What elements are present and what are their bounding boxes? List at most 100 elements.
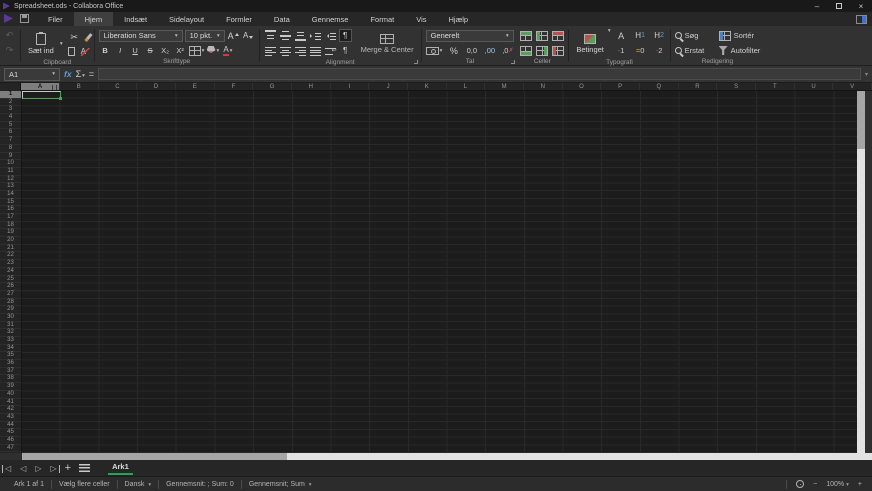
- row-header-16[interactable]: 16: [0, 206, 21, 214]
- insert-columns-after-icon[interactable]: [536, 45, 549, 56]
- increase-indent-button[interactable]: [309, 29, 322, 42]
- menu-tab-vis[interactable]: Vis: [405, 12, 437, 26]
- borders-button[interactable]: ▾: [188, 44, 204, 57]
- column-header-n[interactable]: N: [524, 83, 563, 90]
- search-button[interactable]: Søg: [674, 29, 715, 42]
- app-logo-icon[interactable]: [4, 14, 13, 23]
- menu-tab-data[interactable]: Data: [263, 12, 301, 26]
- column-header-d[interactable]: D: [137, 83, 176, 90]
- row-header-36[interactable]: 36: [0, 360, 21, 368]
- row-header-4[interactable]: 4: [0, 114, 21, 122]
- autofilter-button[interactable]: Autofilter: [718, 44, 760, 57]
- cell-cursor-a1[interactable]: [22, 91, 62, 100]
- clear-formatting-button[interactable]: A: [79, 47, 91, 56]
- insert-rows-below-icon[interactable]: [520, 45, 533, 56]
- row-header-2[interactable]: 2: [0, 99, 21, 107]
- sheet-menu-icon[interactable]: [79, 464, 91, 472]
- column-header-c[interactable]: C: [99, 83, 138, 90]
- column-header-j[interactable]: J: [369, 83, 408, 90]
- horizontal-scrollbar[interactable]: [22, 453, 872, 460]
- column-header-l[interactable]: L: [447, 83, 486, 90]
- merge-center-button[interactable]: Merge & Center: [358, 28, 417, 59]
- conditional-formatting-button[interactable]: Betinget: [573, 28, 607, 59]
- align-bottom-button[interactable]: [294, 29, 307, 42]
- row-header-44[interactable]: 44: [0, 422, 21, 430]
- paste-button[interactable]: Sæt ind: [25, 28, 57, 59]
- row-header-17[interactable]: 17: [0, 214, 21, 222]
- decrease-indent-button[interactable]: [324, 29, 337, 42]
- previous-sheet-icon[interactable]: ◁: [20, 464, 26, 473]
- percent-format-button[interactable]: %: [447, 44, 460, 57]
- row-header-7[interactable]: 7: [0, 137, 21, 145]
- italic-button[interactable]: I: [114, 44, 127, 57]
- delete-columns-icon[interactable]: [552, 45, 565, 56]
- add-decimal-button[interactable]: ,00: [483, 44, 496, 57]
- strikethrough-button[interactable]: S: [144, 44, 157, 57]
- delete-rows-icon[interactable]: [552, 30, 565, 41]
- shrink-font-button[interactable]: A: [242, 29, 255, 42]
- conditional-dropdown[interactable]: ▾: [608, 28, 611, 59]
- row-header-41[interactable]: 41: [0, 399, 21, 407]
- row-header-8[interactable]: 8: [0, 145, 21, 153]
- sort-button[interactable]: Sortér: [718, 29, 754, 42]
- menu-tab-hjem[interactable]: Hjem: [73, 12, 114, 26]
- selection-mode[interactable]: Vælg flere celler: [59, 481, 110, 488]
- column-header-u[interactable]: U: [795, 83, 834, 90]
- function-wizard-button[interactable]: fx: [64, 69, 72, 79]
- menu-tab-indsæt[interactable]: Indsæt: [113, 12, 158, 26]
- row-header-34[interactable]: 34: [0, 345, 21, 353]
- row-header-43[interactable]: 43: [0, 414, 21, 422]
- column-header-e[interactable]: E: [176, 83, 215, 90]
- center-vertically-button[interactable]: [279, 29, 292, 42]
- column-header-r[interactable]: R: [679, 83, 718, 90]
- paste-dropdown[interactable]: ▾: [60, 41, 63, 47]
- row-header-21[interactable]: 21: [0, 245, 21, 253]
- font-color-button[interactable]: A ▾: [221, 44, 234, 57]
- row-header-24[interactable]: 24: [0, 268, 21, 276]
- sheet-tab-ark1[interactable]: Ark1: [108, 461, 133, 475]
- row-header-29[interactable]: 29: [0, 306, 21, 314]
- row-header-27[interactable]: 27: [0, 291, 21, 299]
- justify-button[interactable]: [309, 44, 322, 57]
- row-header-38[interactable]: 38: [0, 375, 21, 384]
- row-header-31[interactable]: 31: [0, 322, 21, 330]
- one-decimal-button[interactable]: 0,0: [465, 44, 478, 57]
- row-header-14[interactable]: 14: [0, 191, 21, 199]
- close-button[interactable]: ×: [850, 0, 872, 12]
- next-sheet-icon[interactable]: ▷: [35, 464, 41, 473]
- subscript-button[interactable]: X₂: [159, 44, 172, 57]
- undo-button[interactable]: ↶: [3, 29, 16, 42]
- row-header-15[interactable]: 15: [0, 199, 21, 207]
- minimize-button[interactable]: –: [806, 0, 828, 12]
- number-dialog-launcher-icon[interactable]: [511, 60, 516, 64]
- first-sheet-icon[interactable]: ◁: [1, 464, 11, 473]
- name-box[interactable]: A1 ▾: [4, 67, 60, 81]
- menu-tab-sidelayout[interactable]: Sidelayout: [158, 12, 215, 26]
- row-header-13[interactable]: 13: [0, 183, 21, 191]
- row-header-3[interactable]: 3: [0, 106, 21, 115]
- menu-tab-gennemse[interactable]: Gennemse: [301, 12, 360, 26]
- style-heading1-button[interactable]: H1: [634, 29, 647, 42]
- column-header-g[interactable]: G: [253, 83, 292, 90]
- save-icon[interactable]: [20, 14, 29, 23]
- spreadsheet-cells[interactable]: [22, 91, 857, 453]
- sheet-info[interactable]: Ark 1 af 1: [14, 481, 44, 488]
- column-header-a[interactable]: A: [21, 83, 60, 90]
- menu-tab-formler[interactable]: Formler: [215, 12, 263, 26]
- column-header-v[interactable]: V: [833, 83, 872, 90]
- row-header-1[interactable]: 1: [0, 91, 21, 99]
- delete-decimal-button[interactable]: ,0 ✗: [501, 44, 514, 57]
- column-header-h[interactable]: H: [292, 83, 331, 90]
- redo-button[interactable]: ↷: [3, 44, 16, 57]
- insert-rows-above-icon[interactable]: [520, 30, 533, 41]
- align-top-button[interactable]: [264, 29, 277, 42]
- sum-button[interactable]: Σ▾: [76, 69, 85, 79]
- row-header-12[interactable]: 12: [0, 176, 21, 184]
- formula-input[interactable]: [98, 68, 861, 80]
- column-header-q[interactable]: Q: [640, 83, 679, 90]
- menu-tab-filer[interactable]: Filer: [37, 12, 74, 26]
- row-header-32[interactable]: 32: [0, 329, 21, 337]
- horizontal-scrollbar-thumb[interactable]: [22, 453, 287, 460]
- style-good-button[interactable]: -1: [615, 44, 628, 57]
- expand-formula-bar-icon[interactable]: ▾: [865, 71, 868, 78]
